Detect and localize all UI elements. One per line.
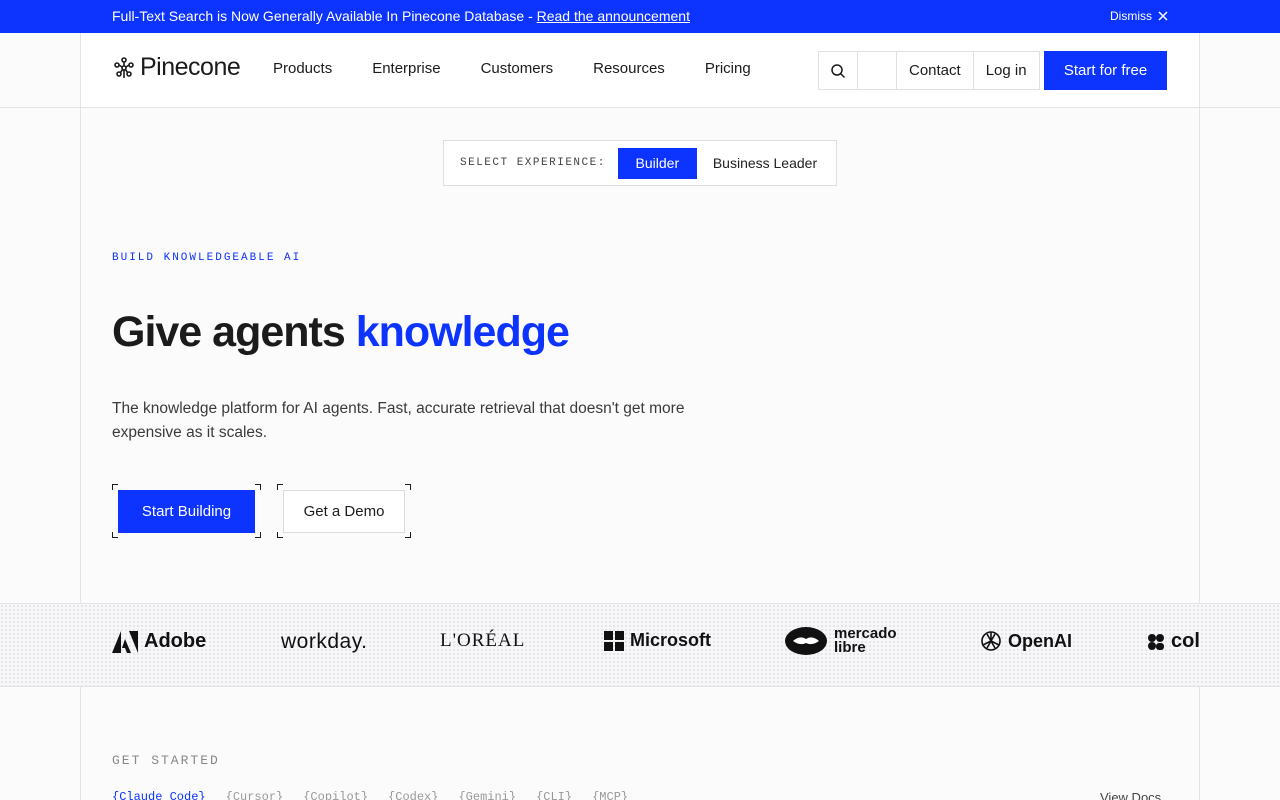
loreal-wordmark: L'ORÉAL [440,630,526,651]
get-a-demo-button[interactable]: Get a Demo [283,490,405,533]
openai-icon [981,631,1001,651]
dismiss-label: Dismiss [1110,9,1152,23]
tab-cli[interactable]: {CLI} [536,790,572,800]
mercado-libre-logo: mercado libre [784,626,897,656]
dismiss-button[interactable]: Dismiss [1110,9,1168,23]
adobe-icon [112,630,138,653]
corner-mark [255,484,261,490]
cohere-wordmark: col [1171,630,1199,652]
search-icon [831,63,846,78]
start-building-button[interactable]: Start Building [118,490,255,533]
experience-builder-option[interactable]: Builder [617,147,697,179]
logo-band-bottom-divider [0,686,1280,687]
header-actions: Contact Log in [818,51,1040,90]
tab-codex[interactable]: {Codex} [388,790,438,800]
nav-pricing[interactable]: Pricing [705,60,751,77]
mercado-wordmark: mercado libre [834,626,897,656]
customer-logo-strip: Adobe workday. L'ORÉAL Microsoft mercado… [81,604,1199,686]
workday-logo: workday. [281,630,367,654]
cohere-logo: col [1147,630,1199,653]
corner-mark [405,484,411,490]
brand-name: Pinecone [140,53,241,81]
login-button[interactable]: Log in [974,52,1039,89]
cohere-icon [1148,633,1164,650]
announcement-bar: Full-Text Search is Now Generally Availa… [0,0,1280,33]
adobe-wordmark: Adobe [144,630,207,652]
experience-business-leader-option[interactable]: Business Leader [713,155,817,171]
microsoft-icon [604,630,624,651]
pinecone-logo[interactable]: Pinecone [112,53,241,82]
workday-wordmark: workday. [281,630,368,653]
announcement-link[interactable]: Read the announcement [537,8,690,24]
headline-plain: Give agents [112,308,356,356]
hero-headline: Give agents knowledge [112,308,570,357]
microsoft-wordmark: Microsoft [630,630,711,650]
theme-toggle-button[interactable] [858,52,897,89]
get-started-label: GET STARTED [112,753,220,768]
contact-button[interactable]: Contact [897,52,974,89]
close-icon [1158,11,1168,21]
announcement-text: Full-Text Search is Now Generally Availa… [112,8,537,24]
adobe-logo: Adobe [112,630,206,653]
corner-mark [405,532,411,538]
get-started-tabs: {Claude Code} {Cursor} {Copilot} {Codex}… [112,790,648,800]
experience-label: SELECT EXPERIENCE: [460,157,606,169]
tab-claude-code[interactable]: {Claude Code} [112,790,206,800]
start-for-free-button[interactable]: Start for free [1044,51,1167,90]
site-header: Pinecone Products Enterprise Customers R… [81,34,1199,107]
search-button[interactable] [819,52,858,89]
nav-products[interactable]: Products [273,60,332,77]
view-docs-link[interactable]: View Docs [1100,790,1161,800]
handshake-icon [785,627,827,655]
nav-resources[interactable]: Resources [593,60,665,77]
nav-enterprise[interactable]: Enterprise [372,60,440,77]
hero-eyebrow: BUILD KNOWLEDGEABLE AI [112,252,302,264]
openai-wordmark: OpenAI [1008,630,1073,651]
corner-mark [255,532,261,538]
mercado-line-2: libre [834,639,866,656]
tab-gemini[interactable]: {Gemini} [458,790,516,800]
experience-selector: SELECT EXPERIENCE: Builder Business Lead… [443,140,837,186]
hero-subtext: The knowledge platform for AI agents. Fa… [112,400,685,441]
loreal-logo: L'ORÉAL [440,630,525,652]
tab-cursor[interactable]: {Cursor} [226,790,284,800]
microsoft-logo: Microsoft [604,630,711,651]
announcement-text-wrap: Full-Text Search is Now Generally Availa… [112,8,690,24]
headline-accent: knowledge [355,308,570,356]
nav-customers[interactable]: Customers [481,60,554,77]
customer-logo-band: Adobe workday. L'ORÉAL Microsoft mercado… [0,604,1280,686]
tab-mcp[interactable]: {MCP} [592,790,628,800]
pinecone-logo-icon [114,56,134,78]
main-nav: Products Enterprise Customers Resources … [273,60,791,77]
openai-logo: OpenAI [980,630,1072,652]
tab-copilot[interactable]: {Copilot} [303,790,368,800]
header-divider [0,107,1280,108]
